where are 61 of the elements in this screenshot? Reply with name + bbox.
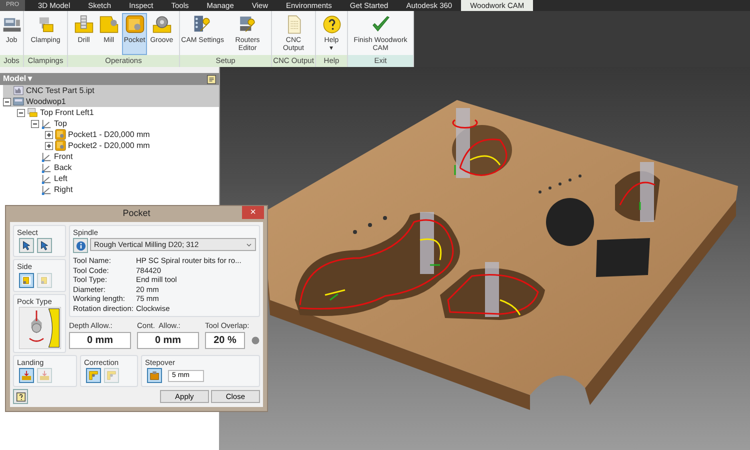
value-field[interactable]: 0 mm — [69, 332, 131, 348]
landing-icon — [39, 370, 50, 381]
wrench-icon — [238, 15, 258, 34]
tree-item[interactable]: Back — [31, 162, 219, 173]
corner-icon — [106, 370, 117, 381]
tree-label: Pocket1 - D20,000 mm — [68, 128, 150, 140]
corner-icon — [88, 370, 99, 381]
gear-icon — [152, 15, 172, 34]
dropdown-caret-icon — [246, 242, 252, 248]
pocket-icon — [124, 15, 145, 34]
option-button[interactable] — [19, 238, 34, 254]
axis-icon — [41, 173, 52, 184]
pointer-icon — [39, 240, 50, 252]
pocket-icon — [55, 140, 66, 151]
mill-icon — [98, 15, 119, 34]
panel-menu-icon — [207, 74, 216, 84]
tree-label: Top — [54, 118, 67, 130]
tree-label: Right — [54, 184, 73, 196]
tree-item[interactable]: Top Front Left1 — [17, 107, 219, 118]
help-icon — [322, 15, 342, 34]
tree-label: Pocket2 - D20,000 mm — [68, 140, 150, 152]
option-button[interactable] — [37, 238, 52, 254]
tree-item[interactable]: Front — [31, 151, 219, 162]
stepover-icon — [149, 370, 160, 381]
close-button[interactable]: × — [242, 206, 264, 219]
info-icon — [76, 240, 86, 251]
value-field[interactable]: 0 mm — [137, 332, 199, 348]
folder-icon — [27, 107, 38, 118]
help-button[interactable] — [13, 389, 28, 404]
tree-item[interactable]: Top — [31, 118, 219, 129]
part-icon — [13, 85, 24, 96]
help-icon — [16, 392, 26, 402]
axis-icon — [41, 118, 52, 129]
landing-icon — [21, 370, 32, 381]
pocket-type-drawing — [18, 306, 60, 349]
tree-item[interactable]: Left — [31, 173, 219, 184]
contour-icon — [39, 274, 50, 286]
tree-item[interactable]: Woodwop1 — [3, 96, 219, 107]
tree-label: Left — [54, 172, 68, 184]
tree-label: Top Front Left1 — [40, 106, 94, 118]
axis-icon — [41, 151, 52, 162]
drill-icon — [74, 15, 94, 34]
tree-item[interactable]: Pocket1 - D20,000 mm — [45, 129, 219, 140]
tree-label: Woodwop1 — [26, 96, 66, 108]
checkmark-icon — [370, 15, 390, 34]
tree-item[interactable]: Pocket2 - D20,000 mm — [45, 140, 219, 151]
value-field[interactable]: 20 % — [205, 332, 245, 348]
machine-icon — [13, 96, 24, 107]
status-dot-icon — [251, 336, 260, 344]
contour-icon — [21, 274, 32, 286]
pointer-icon — [21, 240, 32, 252]
tree-item[interactable]: Right — [31, 184, 219, 195]
tree-label: Front — [54, 150, 73, 162]
tree-label: CNC Test Part 5.ipt — [26, 84, 94, 96]
axis-icon — [41, 184, 52, 195]
tree-label: Back — [54, 162, 72, 174]
axis-icon — [41, 162, 52, 173]
dialog-title: Pocket — [122, 207, 150, 220]
machine-icon — [2, 15, 22, 34]
tree-item[interactable]: CNC Test Part 5.ipt — [3, 85, 219, 96]
info-button[interactable] — [73, 238, 88, 254]
